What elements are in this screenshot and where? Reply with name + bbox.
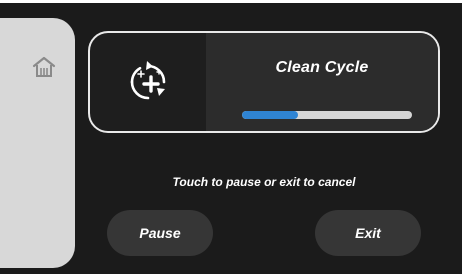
pause-button[interactable]: Pause — [107, 210, 213, 256]
instruction-text: Touch to pause or exit to cancel — [172, 175, 356, 189]
clean-cycle-card: Clean Cycle — [88, 31, 440, 133]
progress-bar — [242, 111, 412, 119]
exit-button[interactable]: Exit — [315, 210, 421, 256]
cycle-status-panel: Clean Cycle — [206, 33, 438, 131]
home-icon — [32, 56, 56, 77]
clean-cycle-icon — [130, 61, 166, 100]
cycle-icon-area — [90, 33, 206, 131]
progress-fill — [242, 111, 299, 119]
display-screen: Clean Cycle Touch to pause or exit to ca… — [0, 3, 462, 274]
cycle-title: Clean Cycle — [275, 59, 369, 76]
sidebar — [0, 18, 75, 268]
home-button[interactable] — [31, 55, 57, 79]
